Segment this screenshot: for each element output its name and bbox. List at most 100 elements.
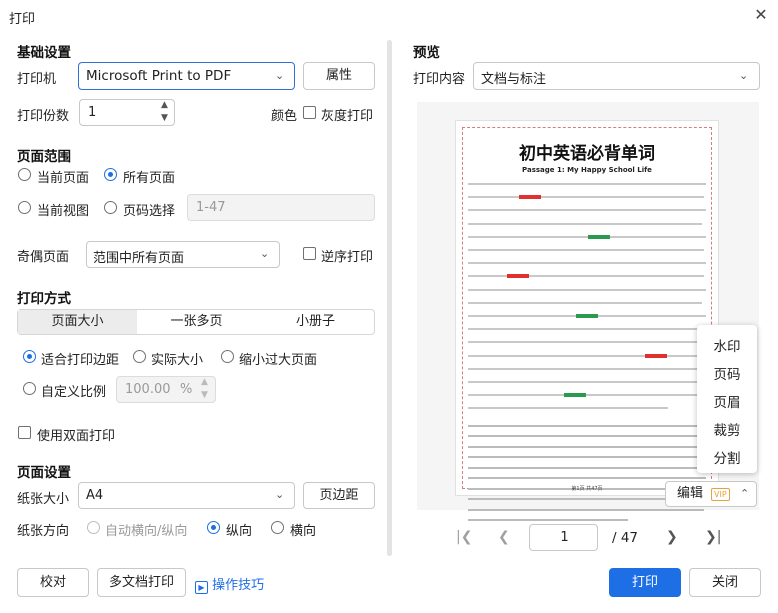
print-method-tabs: 页面大小 一张多页 小册子 bbox=[17, 309, 375, 335]
chevron-down-icon: ⌄ bbox=[739, 69, 749, 82]
next-page-icon[interactable]: ❯ bbox=[666, 529, 678, 545]
edit-dropdown-menu: 水印 页码 页眉 裁剪 分割 bbox=[697, 325, 757, 473]
shrink-large-radio[interactable] bbox=[221, 350, 234, 363]
menu-item-header[interactable]: 页眉 bbox=[697, 391, 757, 411]
edit-button[interactable]: 编辑 VIP ⌃ bbox=[665, 481, 757, 507]
odd-even-value: 范围中所有页面 bbox=[93, 251, 185, 266]
copies-label: 打印份数 bbox=[17, 109, 70, 124]
doc-text-line bbox=[468, 301, 702, 304]
last-page-icon[interactable]: ❯| bbox=[705, 529, 721, 545]
reverse-checkbox[interactable] bbox=[303, 247, 316, 260]
page-select-input[interactable]: 1-47 bbox=[187, 194, 375, 221]
menu-item-crop[interactable]: 裁剪 bbox=[697, 419, 757, 439]
doc-text-line bbox=[468, 381, 704, 383]
print-button[interactable]: 打印 bbox=[609, 568, 681, 597]
doc-text-line bbox=[468, 262, 706, 265]
properties-button[interactable]: 属性 bbox=[303, 62, 375, 90]
preview-heading: 预览 bbox=[413, 45, 440, 61]
grayscale-checkbox[interactable] bbox=[303, 106, 316, 119]
doc-text-line bbox=[468, 407, 668, 410]
doc-text-line bbox=[468, 328, 704, 331]
doc-text-line bbox=[468, 367, 706, 370]
odd-even-select[interactable]: 范围中所有页面 ⌄ bbox=[86, 241, 280, 268]
total-pages: / 47 bbox=[612, 530, 639, 546]
copies-value: 1 bbox=[88, 105, 97, 120]
copies-input[interactable]: 1 ▲ ▼ bbox=[79, 99, 175, 126]
page-select-radio[interactable] bbox=[104, 201, 117, 214]
tab-booklet[interactable]: 小册子 bbox=[256, 310, 375, 334]
tips-link-label: 操作技巧 bbox=[212, 578, 265, 593]
reverse-label: 逆序打印 bbox=[321, 250, 374, 265]
printer-select[interactable]: Microsoft Print to PDF ⌄ bbox=[78, 62, 295, 90]
scale-value: 100.00 bbox=[125, 382, 171, 397]
doc-text-line bbox=[468, 209, 706, 212]
fit-margin-radio[interactable] bbox=[23, 350, 36, 363]
current-page-radio[interactable] bbox=[18, 168, 31, 181]
doc-text-line bbox=[468, 275, 704, 278]
current-page-label: 当前页面 bbox=[37, 171, 90, 186]
doc-text-line bbox=[468, 466, 704, 469]
left-panel-scrollbar[interactable] bbox=[387, 40, 392, 556]
auto-orientation-label: 自动横向/纵向 bbox=[105, 524, 188, 539]
printer-label: 打印机 bbox=[17, 72, 57, 87]
auto-orientation-radio[interactable] bbox=[87, 521, 100, 534]
actual-size-radio[interactable] bbox=[133, 350, 146, 363]
prev-page-icon[interactable]: ❮ bbox=[498, 529, 510, 545]
paper-size-value: A4 bbox=[86, 488, 104, 503]
all-pages-radio[interactable] bbox=[104, 168, 117, 181]
printer-select-value: Microsoft Print to PDF bbox=[86, 68, 232, 84]
paper-size-select[interactable]: A4 ⌄ bbox=[78, 482, 295, 509]
print-method-heading: 打印方式 bbox=[17, 291, 71, 307]
doc-text-line bbox=[468, 288, 706, 291]
custom-scale-radio[interactable] bbox=[23, 382, 36, 395]
stepper-up-icon: ▲ bbox=[201, 377, 208, 387]
current-page-value: 1 bbox=[560, 530, 569, 545]
print-content-select[interactable]: 文档与标注 ⌄ bbox=[473, 62, 760, 90]
doc-subtitle: Passage 1: My Happy School Life bbox=[522, 166, 652, 174]
page-select-placeholder: 1-47 bbox=[196, 200, 226, 215]
menu-item-split[interactable]: 分割 bbox=[697, 447, 757, 467]
print-content-label: 打印内容 bbox=[413, 72, 466, 87]
doc-text-line bbox=[468, 456, 706, 459]
print-content-value: 文档与标注 bbox=[481, 72, 547, 87]
paper-size-label: 纸张大小 bbox=[17, 492, 70, 507]
basic-settings-heading: 基础设置 bbox=[17, 45, 71, 61]
shrink-large-label: 缩小过大页面 bbox=[239, 353, 318, 368]
chevron-down-icon: ⌄ bbox=[260, 247, 270, 260]
grayscale-label: 灰度打印 bbox=[321, 109, 374, 124]
portrait-radio[interactable] bbox=[207, 521, 220, 534]
doc-text-line bbox=[468, 183, 706, 185]
stepper-up-icon[interactable]: ▲ bbox=[161, 100, 168, 110]
orientation-label: 纸张方向 bbox=[17, 524, 70, 539]
tips-link[interactable]: ▶ 操作技巧 bbox=[195, 574, 264, 594]
menu-item-page-number[interactable]: 页码 bbox=[697, 363, 757, 383]
landscape-radio[interactable] bbox=[271, 521, 284, 534]
proof-button[interactable]: 校对 bbox=[17, 568, 89, 597]
close-button[interactable]: 关闭 bbox=[689, 568, 761, 597]
current-view-radio[interactable] bbox=[18, 201, 31, 214]
doc-text-line bbox=[468, 394, 706, 397]
doc-text-line bbox=[468, 341, 706, 344]
close-icon[interactable]: ✕ bbox=[750, 4, 772, 26]
margins-button[interactable]: 页边距 bbox=[303, 482, 375, 509]
tab-multi-page[interactable]: 一张多页 bbox=[137, 310, 256, 334]
tab-page-size[interactable]: 页面大小 bbox=[18, 310, 137, 334]
current-view-label: 当前视图 bbox=[37, 204, 90, 219]
all-pages-label: 所有页面 bbox=[123, 171, 176, 186]
scale-input[interactable]: 100.00 % ▲ ▼ bbox=[116, 376, 216, 403]
stepper-down-icon[interactable]: ▼ bbox=[161, 113, 168, 123]
multi-doc-button[interactable]: 多文档打印 bbox=[97, 568, 186, 597]
page-number-input[interactable]: 1 bbox=[529, 524, 598, 551]
page-range-heading: 页面范围 bbox=[17, 149, 71, 165]
doc-text-line bbox=[468, 435, 706, 438]
portrait-label: 纵向 bbox=[226, 524, 253, 539]
doc-highlight-word bbox=[519, 195, 541, 200]
doc-text-line bbox=[468, 249, 704, 251]
doc-text-line bbox=[468, 508, 704, 511]
first-page-icon[interactable]: |❮ bbox=[456, 529, 472, 545]
scale-unit: % bbox=[180, 382, 193, 397]
menu-item-watermark[interactable]: 水印 bbox=[697, 335, 757, 355]
page-select-label: 页码选择 bbox=[123, 204, 176, 219]
duplex-checkbox[interactable] bbox=[18, 426, 31, 439]
landscape-label: 横向 bbox=[290, 524, 317, 539]
